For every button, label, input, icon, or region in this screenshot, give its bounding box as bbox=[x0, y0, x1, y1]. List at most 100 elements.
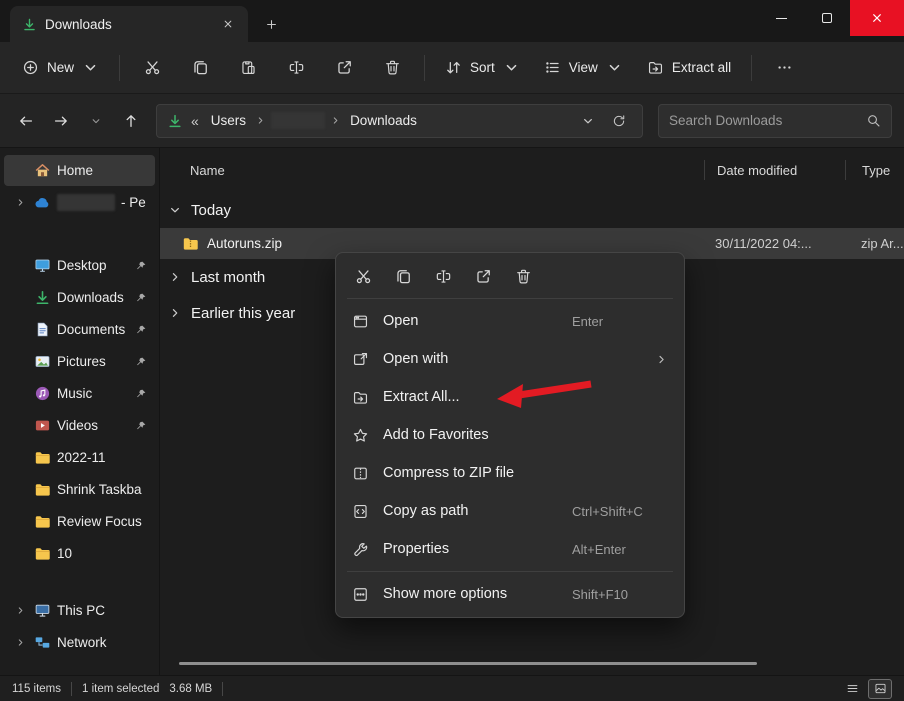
folder-icon bbox=[34, 545, 51, 562]
breadcrumb-downloads[interactable]: Downloads bbox=[346, 111, 421, 130]
rename-button[interactable] bbox=[272, 50, 320, 86]
context-menu-item-add-to-favorites[interactable]: Add to Favorites bbox=[340, 416, 680, 454]
recent-locations-button[interactable] bbox=[80, 105, 112, 137]
chevron-down-icon bbox=[82, 59, 99, 76]
copy-button[interactable] bbox=[176, 50, 224, 86]
menu-item-shortcut: Alt+Enter bbox=[572, 542, 668, 557]
context-menu-copy-button[interactable] bbox=[386, 261, 421, 291]
context-menu-rename-button[interactable] bbox=[426, 261, 461, 291]
status-bar: 115 items 1 item selected 3.68 MB bbox=[0, 675, 904, 701]
tab-downloads[interactable]: Downloads bbox=[10, 6, 248, 42]
sidebar-item-this-pc[interactable]: This PC bbox=[4, 595, 155, 626]
address-dropdown-button[interactable] bbox=[575, 108, 601, 134]
sidebar-item-folder-10[interactable]: 10 bbox=[4, 538, 155, 569]
minimize-button[interactable] bbox=[758, 0, 804, 36]
sidebar-label: 10 bbox=[57, 546, 72, 561]
close-button[interactable] bbox=[850, 0, 904, 36]
column-header-name[interactable]: Name bbox=[190, 163, 704, 178]
context-menu-item-open-with[interactable]: Open with bbox=[340, 340, 680, 378]
pin-icon bbox=[135, 324, 147, 336]
status-divider bbox=[71, 682, 72, 696]
expand-chevron[interactable] bbox=[12, 197, 28, 208]
column-header-date-modified[interactable]: Date modified bbox=[705, 163, 845, 178]
sidebar-item-folder-2022-11[interactable]: 2022-11 bbox=[4, 442, 155, 473]
minimize-icon bbox=[776, 18, 787, 19]
star-icon bbox=[352, 427, 369, 444]
search-input[interactable] bbox=[669, 113, 858, 128]
sidebar-label: Videos bbox=[57, 418, 98, 433]
sidebar-label: 2022-11 bbox=[57, 450, 106, 465]
pc-icon bbox=[34, 602, 51, 619]
context-menu-item-extract-all[interactable]: Extract All... bbox=[340, 378, 680, 416]
sidebar-label: Home bbox=[57, 163, 93, 178]
breadcrumb-users[interactable]: Users bbox=[207, 111, 250, 130]
new-button[interactable]: New bbox=[10, 50, 111, 86]
forward-button[interactable] bbox=[45, 105, 77, 137]
sidebar-item-folder-shrink-taskbar[interactable]: Shrink Taskba bbox=[4, 474, 155, 505]
horizontal-scrollbar[interactable] bbox=[179, 662, 757, 665]
status-divider bbox=[222, 682, 223, 696]
new-label: New bbox=[47, 60, 74, 75]
maximize-icon bbox=[822, 13, 832, 23]
sidebar-item-downloads[interactable]: Downloads bbox=[4, 282, 155, 313]
search-icon bbox=[866, 113, 881, 128]
sidebar-item-onedrive[interactable]: - Pe bbox=[4, 187, 155, 218]
context-menu-share-button[interactable] bbox=[466, 261, 501, 291]
column-header-type[interactable]: Type bbox=[846, 163, 904, 178]
thumbnails-view-button[interactable] bbox=[868, 679, 892, 699]
sidebar-item-pictures[interactable]: Pictures bbox=[4, 346, 155, 377]
sort-label: Sort bbox=[470, 60, 495, 75]
context-menu-item-open[interactable]: Open Enter bbox=[340, 302, 680, 340]
view-label: View bbox=[569, 60, 598, 75]
toolbar-divider bbox=[119, 55, 120, 81]
zip-compress-icon bbox=[352, 465, 369, 482]
more-options-button[interactable] bbox=[760, 50, 808, 86]
context-menu-item-copy-as-path[interactable]: Copy as path Ctrl+Shift+C bbox=[340, 492, 680, 530]
context-menu-delete-button[interactable] bbox=[506, 261, 541, 291]
sidebar-item-folder-review-focus[interactable]: Review Focus bbox=[4, 506, 155, 537]
group-today[interactable]: Today bbox=[160, 192, 904, 228]
up-button[interactable] bbox=[115, 105, 147, 137]
context-menu-item-compress-to-zip[interactable]: Compress to ZIP file bbox=[340, 454, 680, 492]
sort-button[interactable]: Sort bbox=[433, 50, 532, 86]
cut-button[interactable] bbox=[128, 50, 176, 86]
breadcrumb-overflow[interactable]: « bbox=[188, 113, 202, 129]
sidebar-item-desktop[interactable]: Desktop bbox=[4, 250, 155, 281]
sidebar-item-home[interactable]: Home bbox=[4, 155, 155, 186]
view-button[interactable]: View bbox=[532, 50, 635, 86]
back-button[interactable] bbox=[10, 105, 42, 137]
expand-chevron[interactable] bbox=[12, 605, 28, 616]
share-button[interactable] bbox=[320, 50, 368, 86]
context-menu-item-show-more-options[interactable]: Show more options Shift+F10 bbox=[340, 575, 680, 613]
sidebar-item-documents[interactable]: Documents bbox=[4, 314, 155, 345]
thumbnails-view-icon bbox=[874, 682, 887, 695]
menu-item-label: Compress to ZIP file bbox=[383, 465, 558, 481]
home-icon bbox=[34, 162, 51, 179]
chevron-down-icon bbox=[606, 59, 623, 76]
sidebar-label: Documents bbox=[57, 322, 125, 337]
tab-title: Downloads bbox=[45, 17, 208, 32]
context-menu-item-properties[interactable]: Properties Alt+Enter bbox=[340, 530, 680, 568]
extract-all-button[interactable]: Extract all bbox=[635, 50, 743, 86]
context-menu-cut-button[interactable] bbox=[346, 261, 381, 291]
video-icon bbox=[34, 417, 51, 434]
refresh-button[interactable] bbox=[606, 108, 632, 134]
download-icon bbox=[22, 17, 37, 32]
new-tab-button[interactable] bbox=[256, 9, 286, 39]
paste-button[interactable] bbox=[224, 50, 272, 86]
sidebar-item-network[interactable]: Network bbox=[4, 627, 155, 658]
sidebar-item-videos[interactable]: Videos bbox=[4, 410, 155, 441]
extract-all-icon bbox=[647, 59, 664, 76]
expand-chevron[interactable] bbox=[12, 637, 28, 648]
folder-icon bbox=[34, 513, 51, 530]
picture-icon bbox=[34, 353, 51, 370]
tab-close-button[interactable] bbox=[216, 12, 240, 36]
sidebar-item-music[interactable]: Music bbox=[4, 378, 155, 409]
address-bar[interactable]: « Users Downloads bbox=[156, 104, 643, 138]
trash-icon bbox=[515, 268, 532, 285]
delete-button[interactable] bbox=[368, 50, 416, 86]
maximize-button[interactable] bbox=[804, 0, 850, 36]
details-view-button[interactable] bbox=[840, 679, 864, 699]
submenu-slot bbox=[572, 353, 668, 366]
redacted-account-name bbox=[57, 194, 115, 211]
